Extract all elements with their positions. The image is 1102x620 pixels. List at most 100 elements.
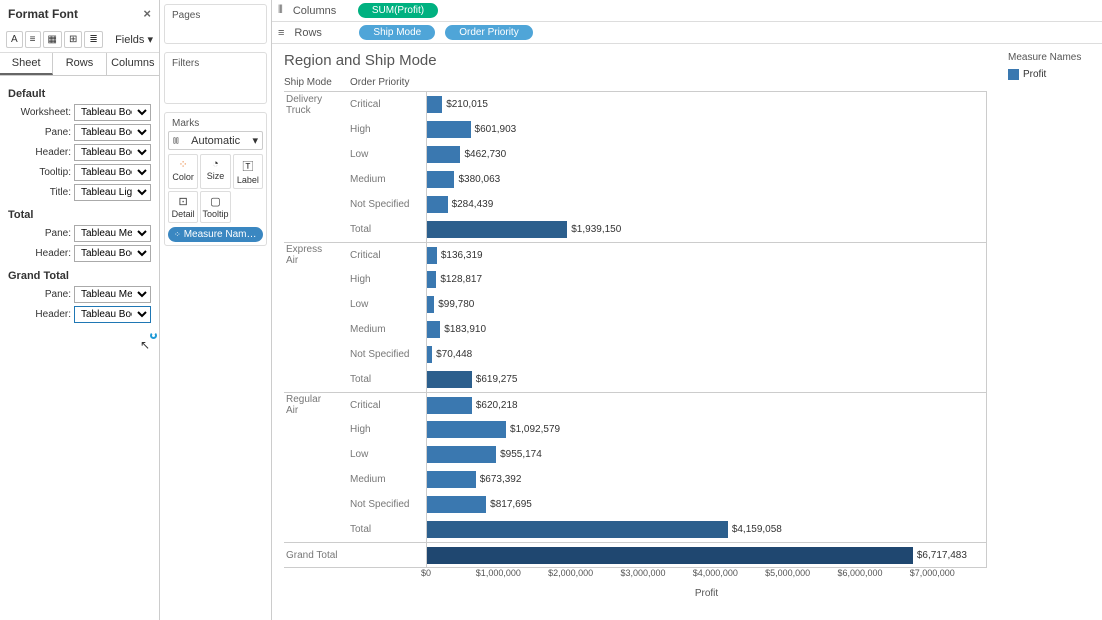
format-title: Format Font: [8, 7, 78, 21]
table-row[interactable]: Total$4,159,058: [284, 517, 986, 542]
tab-columns[interactable]: Columns: [107, 53, 159, 75]
bar[interactable]: [427, 96, 442, 113]
title-select[interactable]: Tableau Lig…: [74, 184, 151, 201]
bar[interactable]: [427, 271, 436, 288]
total-pane-label: Pane:: [45, 228, 71, 239]
axis-label: Profit: [426, 588, 987, 599]
table-row[interactable]: DeliveryTruckCritical$210,015: [284, 92, 986, 117]
gt-header-select[interactable]: Tableau Boo…: [74, 306, 151, 323]
columns-pill-profit[interactable]: SUM(Profit): [358, 3, 438, 18]
x-axis: $0$1,000,000$2,000,000$3,000,000$4,000,0…: [426, 568, 954, 586]
table-row[interactable]: High$128,817: [284, 267, 986, 292]
table-row[interactable]: Low$462,730: [284, 142, 986, 167]
legend-title: Measure Names: [1008, 52, 1094, 63]
bar[interactable]: [427, 171, 454, 188]
rows-pill-shipmode[interactable]: Ship Mode: [359, 25, 435, 40]
gt-header-label: Header:: [35, 309, 71, 320]
format-toolbar: A ≡ ▦ ⊞ ≣ Fields ▾: [0, 27, 159, 53]
table-row[interactable]: Not Specified$70,448: [284, 342, 986, 367]
table-row[interactable]: Grand Total$6,717,483: [284, 542, 986, 567]
table-row[interactable]: RegularAirCritical$620,218: [284, 392, 986, 417]
bar-chart-icon: ⫾⫾: [173, 135, 179, 146]
marks-card: Marks ⫾⫾ Automatic ▾ ⁘Color ◔Size 🅃Label…: [164, 112, 267, 246]
table-row[interactable]: Total$1,939,150: [284, 217, 986, 242]
table-row[interactable]: Total$619,275: [284, 367, 986, 392]
viz-title[interactable]: Region and Ship Mode: [284, 52, 987, 69]
tooltip-select[interactable]: Tableau Boo…: [74, 164, 151, 181]
table-row[interactable]: Medium$380,063: [284, 167, 986, 192]
title-label: Title:: [50, 187, 71, 198]
total-header-select[interactable]: Tableau Boo…: [74, 245, 151, 262]
borders-icon[interactable]: ⊞: [64, 31, 82, 48]
bar[interactable]: [427, 496, 486, 513]
bar[interactable]: [427, 196, 448, 213]
default-header-select[interactable]: Tableau Boo…: [74, 144, 151, 161]
tab-rows[interactable]: Rows: [53, 53, 106, 75]
chevron-down-icon: ▾: [252, 134, 258, 147]
table-row[interactable]: High$1,092,579: [284, 417, 986, 442]
pages-shelf[interactable]: Pages: [164, 4, 267, 44]
ship-header: Ship Mode: [284, 77, 350, 88]
font-icon[interactable]: A: [6, 31, 23, 48]
columns-shelf[interactable]: ⦀ Columns SUM(Profit): [272, 0, 1102, 22]
rows-pill-priority[interactable]: Order Priority: [445, 25, 532, 40]
size-card[interactable]: ◔Size: [200, 154, 230, 189]
table-row[interactable]: ExpressAirCritical$136,319: [284, 242, 986, 267]
bar[interactable]: [427, 221, 567, 238]
default-pane-select[interactable]: Tableau Boo…: [74, 124, 151, 141]
legend: Measure Names Profit: [999, 44, 1102, 620]
header-label: Header:: [35, 147, 71, 158]
table-row[interactable]: Not Specified$284,439: [284, 192, 986, 217]
bar[interactable]: [427, 321, 440, 338]
tooltip-card[interactable]: ▢Tooltip: [200, 191, 230, 223]
tab-sheet[interactable]: Sheet: [0, 53, 53, 75]
align-icon[interactable]: ≡: [25, 31, 41, 48]
color-legend-icon: ⁘: [174, 230, 181, 239]
tooltip-icon: ▢: [201, 195, 229, 208]
bar[interactable]: [427, 446, 496, 463]
bar[interactable]: [427, 547, 913, 564]
columns-icon: ⦀: [278, 4, 283, 17]
format-tabs: Sheet Rows Columns: [0, 53, 159, 76]
bar[interactable]: [427, 247, 437, 264]
table-row[interactable]: Not Specified$817,695: [284, 492, 986, 517]
section-total: Total: [8, 209, 151, 221]
bar[interactable]: [427, 346, 432, 363]
bar[interactable]: [427, 421, 506, 438]
bar-chart[interactable]: DeliveryTruckCritical$210,015High$601,90…: [284, 91, 987, 568]
table-row[interactable]: Low$99,780: [284, 292, 986, 317]
pane-label: Pane:: [45, 127, 71, 138]
label-card[interactable]: 🅃Label: [233, 154, 263, 189]
rows-shelf[interactable]: ≡ Rows Ship Mode Order Priority: [272, 22, 1102, 44]
legend-swatch: [1008, 69, 1019, 80]
shading-icon[interactable]: ▦: [43, 31, 62, 48]
bar[interactable]: [427, 296, 434, 313]
format-panel: Format Font × A ≡ ▦ ⊞ ≣ Fields ▾ Sheet R…: [0, 0, 160, 620]
gt-pane-label: Pane:: [45, 289, 71, 300]
total-pane-select[interactable]: Tableau Me…: [74, 225, 151, 242]
bar[interactable]: [427, 371, 472, 388]
table-row[interactable]: High$601,903: [284, 117, 986, 142]
measure-names-pill[interactable]: ⁘ Measure Nam…: [168, 227, 263, 242]
gt-pane-select[interactable]: Tableau Me…: [74, 286, 151, 303]
bar[interactable]: [427, 397, 472, 414]
label-icon: 🅃: [234, 158, 262, 174]
bar[interactable]: [427, 471, 476, 488]
lines-icon[interactable]: ≣: [84, 31, 102, 48]
marks-type-select[interactable]: ⫾⫾ Automatic ▾: [168, 131, 263, 150]
worksheet-select[interactable]: Tableau Boo…: [74, 104, 151, 121]
table-row[interactable]: Medium$673,392: [284, 467, 986, 492]
color-card[interactable]: ⁘Color: [168, 154, 198, 189]
detail-card[interactable]: ⊡Detail: [168, 191, 198, 223]
table-row[interactable]: Medium$183,910: [284, 317, 986, 342]
bar[interactable]: [427, 521, 728, 538]
bar[interactable]: [427, 146, 460, 163]
close-icon[interactable]: ×: [143, 6, 151, 21]
filters-shelf[interactable]: Filters: [164, 52, 267, 104]
bar[interactable]: [427, 121, 471, 138]
fields-dropdown[interactable]: Fields ▾: [115, 33, 153, 46]
table-row[interactable]: Low$955,174: [284, 442, 986, 467]
section-grand-total: Grand Total: [8, 270, 151, 282]
legend-item-profit[interactable]: Profit: [1008, 69, 1094, 80]
main-area: ⦀ Columns SUM(Profit) ≡ Rows Ship Mode O…: [272, 0, 1102, 620]
